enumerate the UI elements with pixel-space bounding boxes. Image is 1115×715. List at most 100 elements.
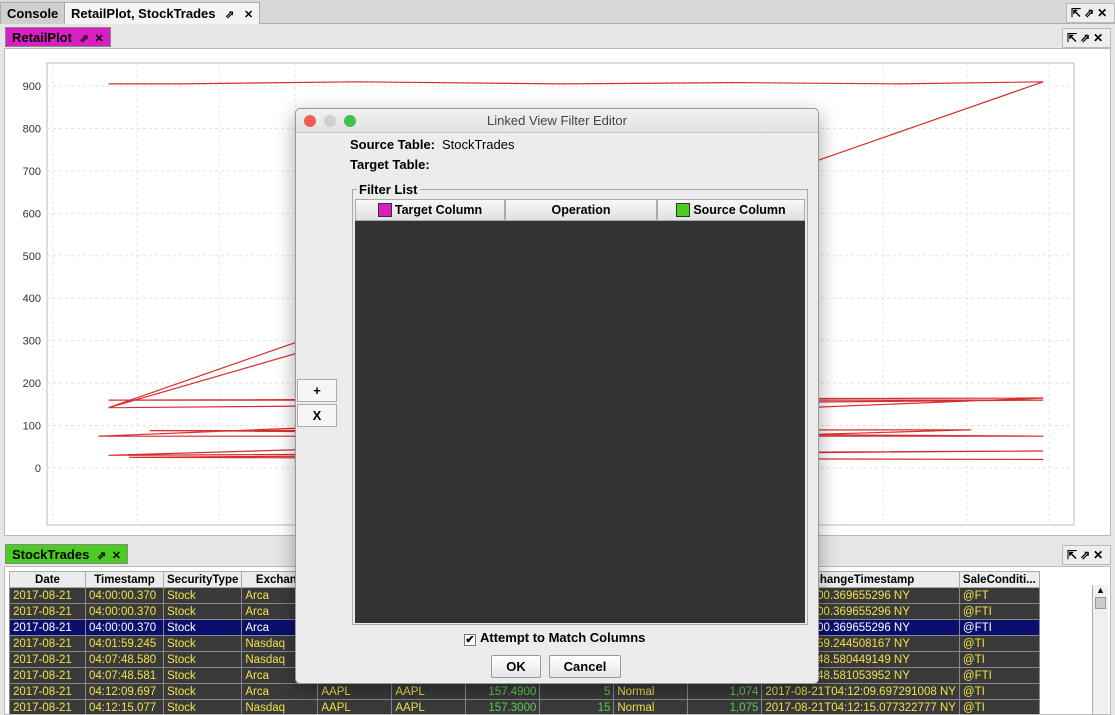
table-cell[interactable]: @TI bbox=[958, 683, 1040, 700]
filter-list-body[interactable] bbox=[355, 221, 805, 623]
add-filter-button[interactable]: + bbox=[297, 379, 337, 402]
tab-stocktrades[interactable]: StockTrades ⇗ ✕ bbox=[5, 544, 129, 564]
table-cell[interactable]: 04:01:59.245 bbox=[85, 635, 164, 652]
table-cell[interactable]: 04:00:00.370 bbox=[85, 587, 164, 604]
table-cell[interactable]: Stock bbox=[162, 699, 243, 714]
table-cell[interactable]: Arca bbox=[241, 683, 319, 700]
tab-console[interactable]: Console bbox=[0, 2, 66, 24]
table-cell[interactable]: AAPL bbox=[317, 683, 393, 700]
table-cell[interactable]: Normal bbox=[613, 699, 689, 714]
table-cell[interactable]: 2017-08-21 bbox=[9, 667, 86, 684]
table-cell[interactable]: 04:12:15.077 bbox=[85, 699, 164, 714]
tab-retailplot[interactable]: RetailPlot ⇗ ✕ bbox=[5, 27, 111, 47]
table-cell[interactable]: 2017-08-21 bbox=[9, 699, 86, 714]
column-header[interactable]: Date bbox=[9, 571, 86, 588]
table-cell[interactable]: 2017-08-21 bbox=[9, 587, 86, 604]
table-cell[interactable]: 2017-08-21 bbox=[9, 651, 86, 668]
filter-list-title: Filter List bbox=[357, 182, 420, 197]
minimize-light-icon bbox=[324, 115, 336, 127]
table-cell[interactable]: Stock bbox=[162, 635, 243, 652]
table-cell[interactable]: 2017-08-21T04:12:09.697291008 NY bbox=[761, 683, 960, 700]
cancel-button[interactable]: Cancel bbox=[549, 655, 621, 678]
table-cell[interactable]: Stock bbox=[162, 619, 243, 636]
source-column-header-label: Source Column bbox=[693, 203, 786, 217]
table-cell[interactable]: AAPL bbox=[391, 699, 467, 714]
remove-filter-button[interactable]: X bbox=[297, 404, 337, 427]
plot-panel-controls[interactable]: ⇱⇗✕ bbox=[1062, 28, 1112, 48]
table-cell[interactable]: Stock bbox=[162, 587, 243, 604]
table-cell[interactable]: 2017-08-21 bbox=[9, 603, 86, 620]
dialog-titlebar[interactable]: Linked View Filter Editor bbox=[296, 109, 818, 133]
table-cell[interactable]: @TI bbox=[958, 699, 1040, 714]
table-cell[interactable]: 04:00:00.370 bbox=[85, 619, 164, 636]
pin-icon[interactable]: ⇗ bbox=[1080, 31, 1093, 45]
target-table-label: Target Table: bbox=[350, 157, 430, 172]
table-cell[interactable]: @TI bbox=[958, 651, 1040, 668]
table-cell[interactable]: Stock bbox=[162, 603, 243, 620]
table-cell[interactable]: 1,074 bbox=[687, 683, 763, 700]
zoom-light-icon[interactable] bbox=[344, 115, 356, 127]
table-cell[interactable]: 04:12:09.697 bbox=[85, 683, 164, 700]
tab-retailplot-stocktrades[interactable]: RetailPlot, StockTrades ⇗ ✕ bbox=[64, 2, 261, 24]
window-controls[interactable]: ⇱⇗✕ bbox=[1066, 3, 1115, 23]
close-icon[interactable]: ✕ bbox=[244, 9, 253, 21]
table-row[interactable]: 2017-08-21 04:12:09.697 Stock Arca AAPL AAPL 1… bbox=[9, 683, 1040, 700]
table-cell[interactable]: @FT bbox=[958, 587, 1040, 604]
scroll-thumb[interactable] bbox=[1095, 597, 1106, 609]
table-cell[interactable]: 2017-08-21 bbox=[9, 683, 86, 700]
table-cell[interactable]: 1,075 bbox=[687, 699, 763, 714]
table-cell[interactable]: Normal bbox=[613, 683, 689, 700]
column-header[interactable]: SecurityType bbox=[162, 571, 243, 588]
tab-retailplot-label: RetailPlot, StockTrades bbox=[71, 6, 216, 21]
table-cell[interactable]: 04:07:48.580 bbox=[85, 651, 164, 668]
table-cell[interactable]: 2017-08-21T04:12:15.077322777 NY bbox=[761, 699, 960, 714]
source-table-label: Source Table: bbox=[350, 137, 436, 152]
table-cell[interactable]: @FTI bbox=[958, 667, 1040, 684]
scroll-up-icon[interactable]: ▲ bbox=[1093, 585, 1108, 595]
pin-icon[interactable]: ⇗ bbox=[80, 33, 89, 45]
close-icon[interactable]: ✕ bbox=[1093, 31, 1106, 45]
table-cell[interactable]: 157.4900 bbox=[465, 683, 541, 700]
table-cell[interactable]: @TI bbox=[958, 635, 1040, 652]
table-cell[interactable]: Stock bbox=[162, 667, 243, 684]
detach-icon[interactable]: ⇱ bbox=[1067, 548, 1080, 562]
table-cell[interactable]: 5 bbox=[539, 683, 615, 700]
target-column-header[interactable]: Target Column bbox=[355, 199, 505, 221]
table-cell[interactable]: @FTI bbox=[958, 603, 1040, 620]
detach-icon[interactable]: ⇱ bbox=[1067, 31, 1080, 45]
close-light-icon[interactable] bbox=[304, 115, 316, 127]
table-cell[interactable]: AAPL bbox=[391, 683, 467, 700]
table-cell[interactable]: @FTI bbox=[958, 619, 1040, 636]
close-icon[interactable]: ✕ bbox=[94, 33, 103, 45]
table-cell[interactable]: 04:00:00.370 bbox=[85, 603, 164, 620]
ok-button[interactable]: OK bbox=[491, 655, 541, 678]
detach-icon[interactable]: ⇱ bbox=[1071, 6, 1084, 20]
table-scrollbar[interactable]: ▲ bbox=[1092, 585, 1108, 714]
table-cell[interactable]: 157.3000 bbox=[465, 699, 541, 714]
table-panel-controls[interactable]: ⇱⇗✕ bbox=[1062, 545, 1112, 565]
checkbox-icon[interactable]: ✔ bbox=[464, 634, 476, 646]
column-header[interactable]: SaleConditi... bbox=[958, 571, 1040, 588]
pin-icon[interactable]: ⇗ bbox=[1080, 548, 1093, 562]
column-header[interactable]: Timestamp bbox=[85, 571, 164, 588]
table-cell[interactable]: Stock bbox=[162, 683, 243, 700]
attempt-match-checkbox[interactable]: ✔ Attempt to Match Columns bbox=[464, 630, 645, 646]
close-icon[interactable]: ✕ bbox=[1097, 6, 1110, 20]
y-tick-label: 500 bbox=[23, 251, 41, 263]
table-cell[interactable]: Stock bbox=[162, 651, 243, 668]
table-cell[interactable]: 2017-08-21 bbox=[9, 635, 86, 652]
table-cell[interactable]: 15 bbox=[539, 699, 615, 714]
source-table-value: StockTrades bbox=[442, 137, 515, 152]
close-icon[interactable]: ✕ bbox=[1093, 548, 1106, 562]
pin-icon[interactable]: ⇗ bbox=[1084, 6, 1097, 20]
table-cell[interactable]: AAPL bbox=[317, 699, 393, 714]
table-cell[interactable]: 2017-08-21 bbox=[9, 619, 86, 636]
table-cell[interactable]: 04:07:48.581 bbox=[85, 667, 164, 684]
pin-icon[interactable]: ⇗ bbox=[97, 550, 106, 562]
operation-header[interactable]: Operation bbox=[505, 199, 657, 221]
close-icon[interactable]: ✕ bbox=[112, 550, 121, 562]
table-row[interactable]: 2017-08-21 04:12:15.077 Stock Nasdaq AAPL AAP… bbox=[9, 699, 1040, 714]
pin-icon[interactable]: ⇗ bbox=[225, 9, 234, 21]
table-cell[interactable]: Nasdaq bbox=[241, 699, 319, 714]
source-column-header[interactable]: Source Column bbox=[657, 199, 805, 221]
